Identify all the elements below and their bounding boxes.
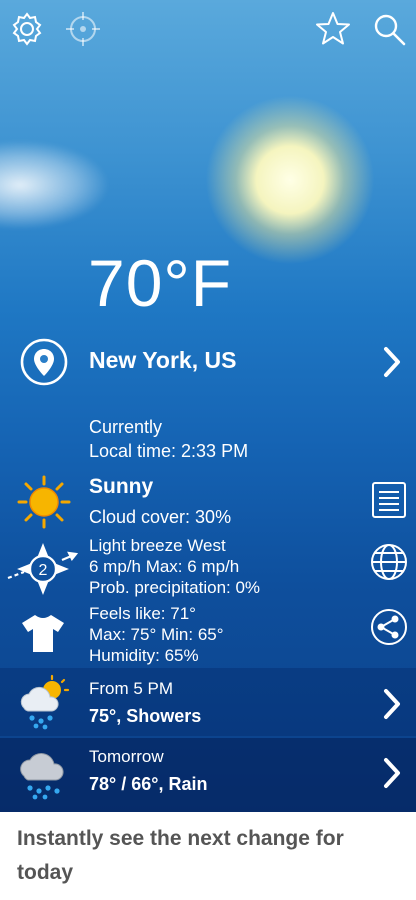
locate-crosshair-icon[interactable] bbox=[64, 10, 102, 48]
condition-label: Sunny bbox=[89, 475, 154, 498]
location-pin-icon[interactable] bbox=[20, 338, 68, 386]
sun-showers-icon bbox=[20, 674, 70, 730]
wind-compass-icon: 2 bbox=[7, 543, 78, 595]
favorite-star-icon[interactable] bbox=[314, 10, 352, 48]
tshirt-icon bbox=[22, 615, 64, 652]
tomorrow-summary: 78° / 66°, Rain bbox=[89, 774, 208, 794]
globe-icon[interactable] bbox=[369, 542, 409, 582]
wind-speed: 6 mp/h Max: 6 mp/h bbox=[89, 557, 240, 576]
sun-decoration bbox=[205, 95, 375, 265]
location-name[interactable]: New York, US bbox=[89, 347, 236, 374]
weather-screen: 70°F New York, US Currently Local time: … bbox=[0, 0, 416, 812]
feels-like: Feels like: 71° bbox=[89, 604, 196, 623]
humidity: Humidity: 65% bbox=[89, 646, 199, 665]
promo-caption: Instantly see the next change for today bbox=[17, 827, 344, 884]
chevron-right-icon[interactable] bbox=[382, 346, 402, 378]
currently-heading: Currently bbox=[89, 417, 163, 437]
cloud-decoration bbox=[0, 140, 110, 230]
current-temperature: 70°F bbox=[88, 246, 233, 320]
details-list-icon[interactable] bbox=[370, 481, 408, 519]
next-change-time: From 5 PM bbox=[89, 679, 174, 698]
search-icon[interactable] bbox=[370, 10, 408, 48]
sun-icon bbox=[17, 475, 71, 529]
cloud-cover: Cloud cover: 30% bbox=[89, 507, 232, 527]
wind-force-number: 2 bbox=[39, 562, 48, 579]
chevron-right-icon[interactable] bbox=[382, 757, 402, 789]
settings-gear-icon[interactable] bbox=[8, 10, 46, 48]
next-change-summary: 75°, Showers bbox=[89, 706, 202, 726]
precipitation-probability: Prob. precipitation: 0% bbox=[89, 578, 261, 597]
share-icon[interactable] bbox=[369, 607, 409, 647]
wind-description: Light breeze West bbox=[89, 536, 226, 555]
tomorrow-label: Tomorrow bbox=[89, 747, 164, 766]
rain-cloud-icon bbox=[20, 753, 64, 800]
chevron-right-icon[interactable] bbox=[382, 688, 402, 720]
local-time: Local time: 2:33 PM bbox=[89, 441, 249, 461]
max-min-temperature: Max: 75° Min: 65° bbox=[89, 625, 224, 644]
